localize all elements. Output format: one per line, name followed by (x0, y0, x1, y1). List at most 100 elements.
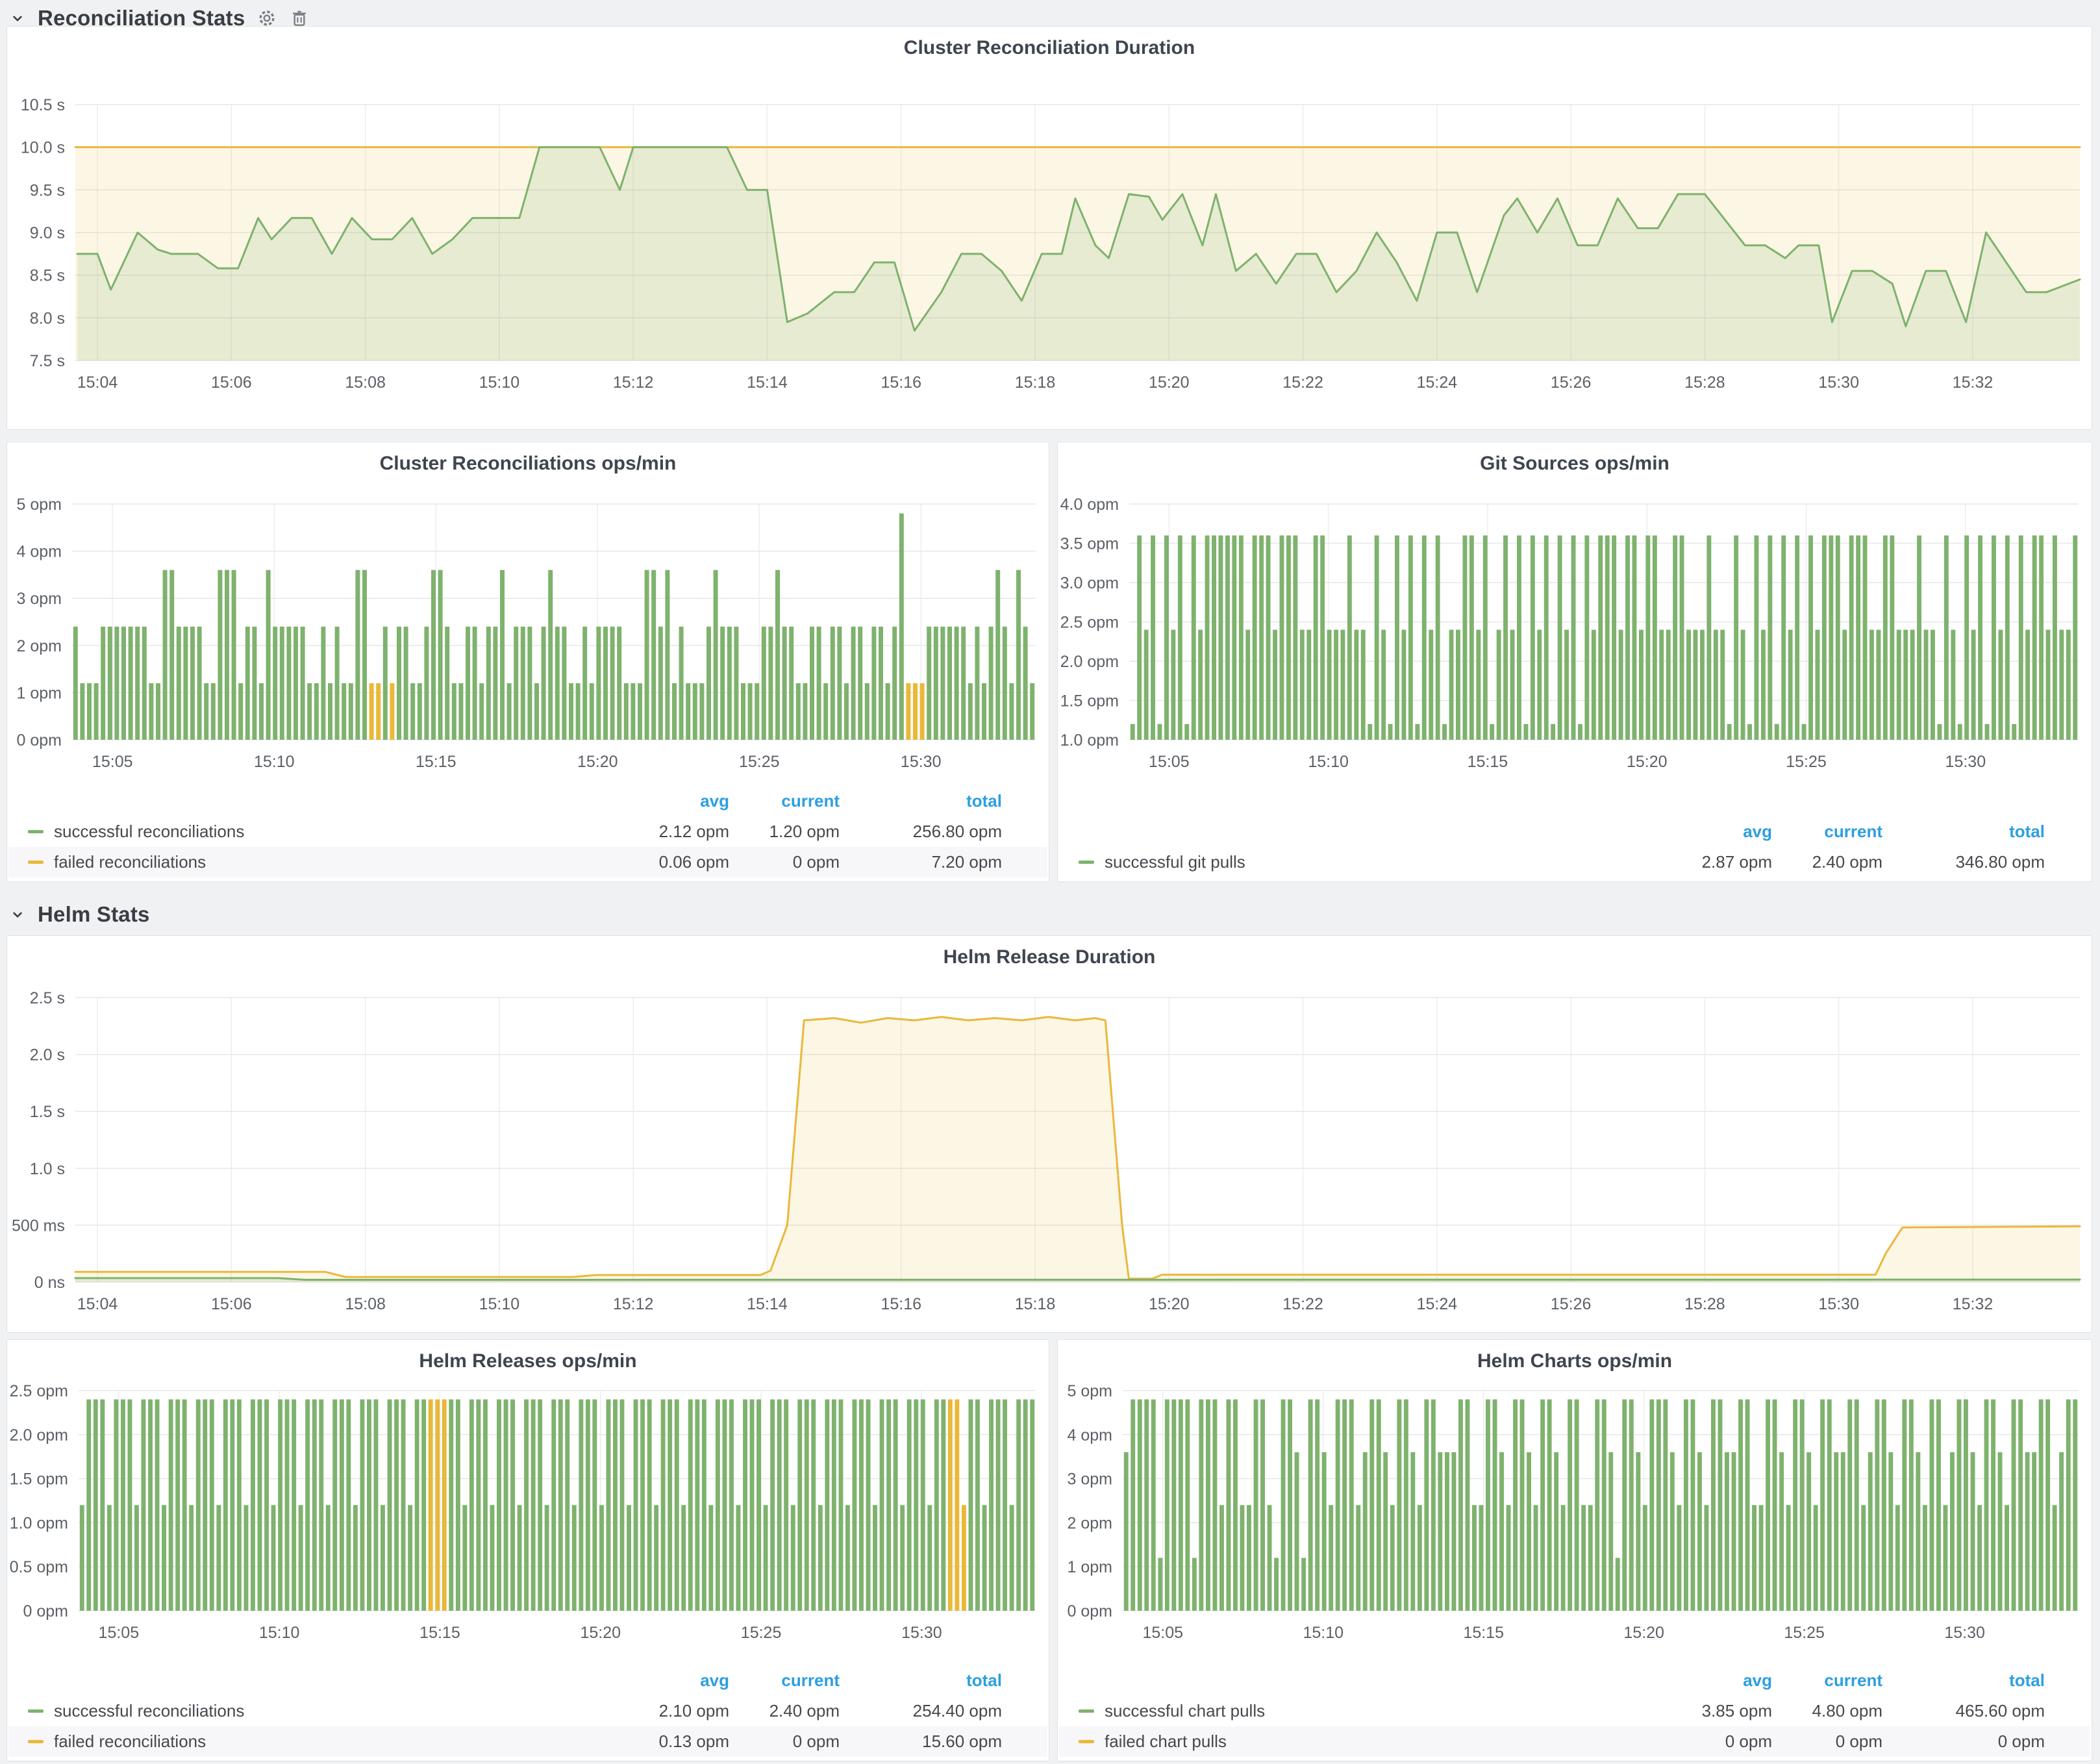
legend-label[interactable]: successful git pulls (1105, 852, 1245, 872)
legend-col-total[interactable]: total (840, 791, 1002, 811)
legend-row-failed-reconciliations[interactable]: failed reconciliations 0.13 opm 0 opm 15… (8, 1726, 1047, 1757)
legend-total: 465.60 opm (1882, 1701, 2045, 1721)
legend-col-current[interactable]: current (729, 1670, 840, 1691)
svg-text:15:05: 15:05 (92, 753, 133, 771)
legend-avg: 3.85 opm (1642, 1701, 1772, 1721)
legend-col-current[interactable]: current (729, 791, 840, 811)
svg-text:0 opm: 0 opm (1068, 1602, 1112, 1620)
legend-current: 0 opm (729, 852, 840, 872)
svg-text:15:05: 15:05 (1149, 753, 1190, 771)
svg-text:15:20: 15:20 (1627, 753, 1668, 771)
svg-text:15:10: 15:10 (479, 1295, 520, 1313)
svg-text:15:08: 15:08 (345, 373, 386, 392)
legend-label[interactable]: failed reconciliations (54, 1732, 206, 1752)
legend-header-row: avg current total (1059, 1665, 2090, 1696)
grafana-dashboard: { "colors": { "green": "#7EB26D", "yello… (0, 0, 2100, 1764)
git-sources-chart[interactable]: 4.0 opm3.5 opm3.0 opm2.5 opm2.0 opm1.5 o… (1058, 442, 2092, 881)
svg-text:15:18: 15:18 (1015, 373, 1056, 392)
legend-avg: 0.06 opm (599, 852, 729, 872)
series-swatch-yellow (1079, 1740, 1094, 1743)
legend-label[interactable]: successful chart pulls (1105, 1701, 1265, 1721)
svg-text:0.5 opm: 0.5 opm (10, 1558, 68, 1576)
legend-col-total[interactable]: total (1882, 822, 2045, 842)
svg-text:15:20: 15:20 (580, 1624, 621, 1642)
legend-label[interactable]: failed chart pulls (1105, 1732, 1227, 1752)
cluster-reconciliation-duration-chart[interactable]: 10.5 s10.0 s9.5 s9.0 s8.5 s8.0 s7.5 s15:… (7, 27, 2092, 429)
svg-text:15:30: 15:30 (1945, 753, 1986, 771)
svg-text:15:25: 15:25 (1786, 753, 1827, 771)
svg-text:500 ms: 500 ms (12, 1216, 65, 1235)
legend-current: 4.80 opm (1772, 1701, 1882, 1721)
svg-text:15:16: 15:16 (881, 373, 921, 392)
svg-text:15:06: 15:06 (211, 373, 252, 392)
legend-header-row: avg current total (8, 1665, 1047, 1696)
svg-text:15:26: 15:26 (1551, 373, 1592, 392)
legend-col-total[interactable]: total (1882, 1670, 2045, 1691)
svg-text:1.5 s: 1.5 s (30, 1103, 65, 1121)
svg-text:0 ns: 0 ns (34, 1274, 65, 1292)
helm-release-duration-chart[interactable]: 2.5 s2.0 s1.5 s1.0 s500 ms0 ns15:0415:06… (7, 936, 2092, 1332)
legend-row-successful-reconciliations[interactable]: successful reconciliations 2.10 opm 2.40… (8, 1696, 1047, 1726)
legend-row-failed-chart-pulls[interactable]: failed chart pulls 0 opm 0 opm 0 opm (1059, 1726, 2090, 1757)
svg-text:5 opm: 5 opm (1068, 1382, 1112, 1400)
svg-text:7.5 s: 7.5 s (30, 352, 65, 370)
svg-text:15:04: 15:04 (77, 1295, 118, 1313)
legend-label[interactable]: failed reconciliations (54, 852, 206, 872)
section-title[interactable]: Helm Stats (38, 902, 150, 927)
svg-text:15:22: 15:22 (1282, 1295, 1323, 1313)
svg-text:15:24: 15:24 (1417, 373, 1458, 392)
legend-row-successful-chart-pulls[interactable]: successful chart pulls 3.85 opm 4.80 opm… (1059, 1696, 2090, 1726)
svg-text:1 opm: 1 opm (1068, 1558, 1112, 1576)
svg-text:1.0 s: 1.0 s (30, 1160, 65, 1178)
svg-text:15:15: 15:15 (1468, 753, 1508, 771)
legend-col-current[interactable]: current (1772, 1670, 1882, 1691)
legend-total: 15.60 opm (840, 1732, 1002, 1752)
series-swatch-yellow (28, 1740, 44, 1743)
legend-table: avg current total successful git pulls 2… (1059, 816, 2090, 877)
svg-text:0 opm: 0 opm (23, 1602, 68, 1620)
panel-title: Helm Releases ops/min (7, 1350, 1049, 1372)
svg-text:15:12: 15:12 (613, 1295, 654, 1313)
svg-text:15:10: 15:10 (1308, 753, 1349, 771)
svg-text:15:20: 15:20 (577, 753, 618, 771)
svg-text:15:15: 15:15 (419, 1624, 460, 1642)
legend-label[interactable]: successful reconciliations (54, 1701, 244, 1721)
legend-header-row: avg current total (1059, 816, 2090, 847)
legend-row-successful-reconciliations[interactable]: successful reconciliations 2.12 opm 1.20… (8, 816, 1047, 847)
legend-col-avg[interactable]: avg (599, 791, 729, 811)
series-swatch-green (1079, 1709, 1094, 1713)
legend-col-avg[interactable]: avg (1642, 822, 1772, 842)
svg-text:15:20: 15:20 (1149, 373, 1190, 392)
legend-total: 256.80 opm (840, 822, 1002, 842)
legend-row-successful-git-pulls[interactable]: successful git pulls 2.87 opm 2.40 opm 3… (1059, 847, 2090, 877)
legend-row-failed-reconciliations[interactable]: failed reconciliations 0.06 opm 0 opm 7.… (8, 847, 1047, 877)
legend-current: 0 opm (1772, 1732, 1882, 1752)
legend-total: 346.80 opm (1882, 852, 2045, 872)
svg-text:1.5 opm: 1.5 opm (1060, 692, 1119, 711)
legend-label[interactable]: successful reconciliations (54, 822, 244, 842)
legend-total: 0 opm (1882, 1732, 2045, 1752)
svg-text:2.5 opm: 2.5 opm (1060, 614, 1119, 632)
legend-avg: 0 opm (1642, 1732, 1772, 1752)
svg-text:15:10: 15:10 (259, 1624, 300, 1642)
legend-col-avg[interactable]: avg (599, 1670, 729, 1691)
panel-title: Git Sources ops/min (1058, 453, 2092, 475)
svg-text:15:30: 15:30 (901, 753, 942, 771)
legend-col-avg[interactable]: avg (1642, 1670, 1772, 1691)
svg-text:15:30: 15:30 (1944, 1624, 1985, 1642)
legend-current: 2.40 opm (1772, 852, 1882, 872)
legend-col-current[interactable]: current (1772, 822, 1882, 842)
svg-text:4 opm: 4 opm (17, 543, 62, 561)
chevron-down-icon (9, 10, 26, 27)
legend-total: 254.40 opm (840, 1701, 1002, 1721)
legend-col-total[interactable]: total (840, 1670, 1002, 1691)
svg-text:15:16: 15:16 (881, 1295, 921, 1313)
svg-text:15:12: 15:12 (613, 373, 654, 392)
svg-text:10.0 s: 10.0 s (21, 139, 65, 157)
svg-text:15:25: 15:25 (1784, 1624, 1825, 1642)
legend-header-row: avg current total (8, 786, 1047, 816)
legend-avg: 2.10 opm (599, 1701, 729, 1721)
legend-current: 1.20 opm (729, 822, 840, 842)
svg-text:15:20: 15:20 (1149, 1295, 1190, 1313)
section-header-helm-stats[interactable]: Helm Stats (9, 901, 150, 927)
